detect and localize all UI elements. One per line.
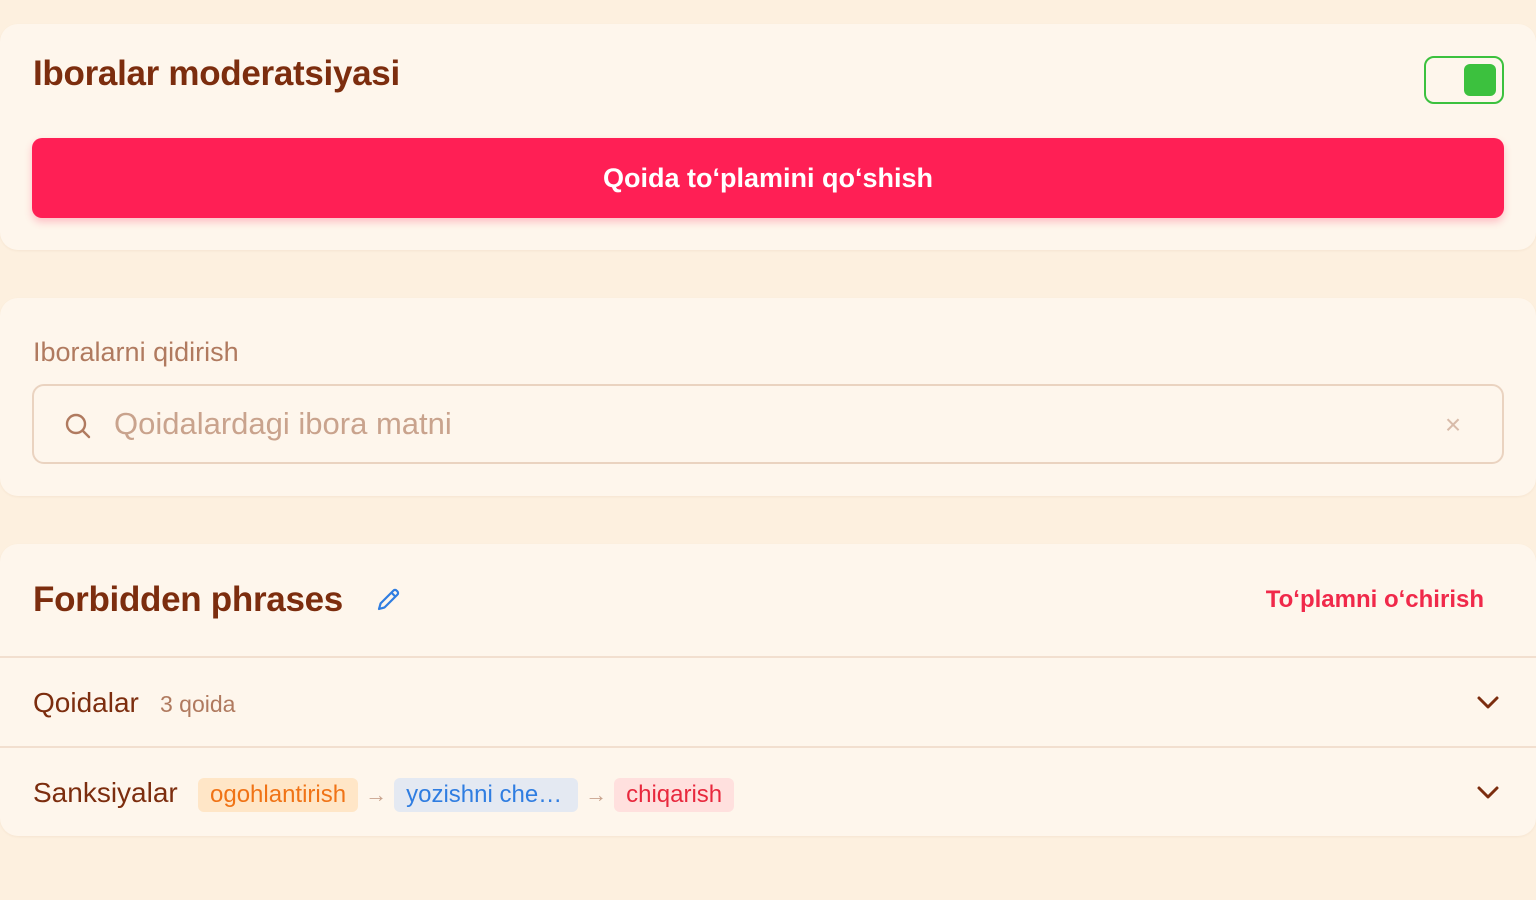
pencil-icon[interactable] — [372, 584, 404, 616]
toggle-knob — [1464, 64, 1496, 96]
ruleset-title: Forbidden phrases — [33, 580, 343, 619]
ruleset-card: Forbidden phrases Toʻplamni oʻchirish Qo… — [0, 544, 1536, 836]
moderation-title: Iboralar moderatsiyasi — [33, 54, 400, 93]
moderation-card: Iboralar moderatsiyasi Qoida toʻplamini … — [0, 24, 1536, 250]
search-label: Iboralarni qidirish — [33, 337, 239, 367]
rules-label: Qoidalar — [33, 687, 139, 718]
sanction-chip-mute: yozishni cheklash — [394, 778, 579, 812]
chevron-down-icon[interactable] — [1474, 778, 1502, 806]
rules-row[interactable]: Qoidalar 3 qoida — [0, 658, 1536, 746]
moderation-toggle[interactable] — [1424, 56, 1504, 104]
search-icon — [65, 413, 91, 439]
sanction-chip-warn: ogohlantirish — [198, 778, 359, 812]
arrow-right-icon: → — [365, 782, 388, 807]
sanction-chips: ogohlantirish → yozishni cheklash → chiq… — [198, 778, 735, 812]
rules-count: 3 qoida — [160, 691, 236, 717]
delete-ruleset-link[interactable]: Toʻplamni oʻchirish — [1266, 584, 1484, 616]
add-ruleset-button[interactable]: Qoida toʻplamini qoʻshish — [32, 138, 1504, 218]
arrow-right-icon: → — [585, 782, 608, 807]
search-box[interactable]: × — [32, 384, 1504, 464]
sanction-chip-kick: chiqarish — [614, 778, 735, 812]
search-input[interactable] — [114, 398, 1414, 450]
sanctions-label: Sanksiyalar — [33, 777, 178, 808]
search-card: Iboralarni qidirish × — [0, 298, 1536, 496]
sanctions-row[interactable]: Sanksiyalar ogohlantirish → yozishni che… — [0, 748, 1536, 836]
chevron-down-icon[interactable] — [1474, 688, 1502, 716]
clear-icon[interactable]: × — [1438, 410, 1468, 440]
